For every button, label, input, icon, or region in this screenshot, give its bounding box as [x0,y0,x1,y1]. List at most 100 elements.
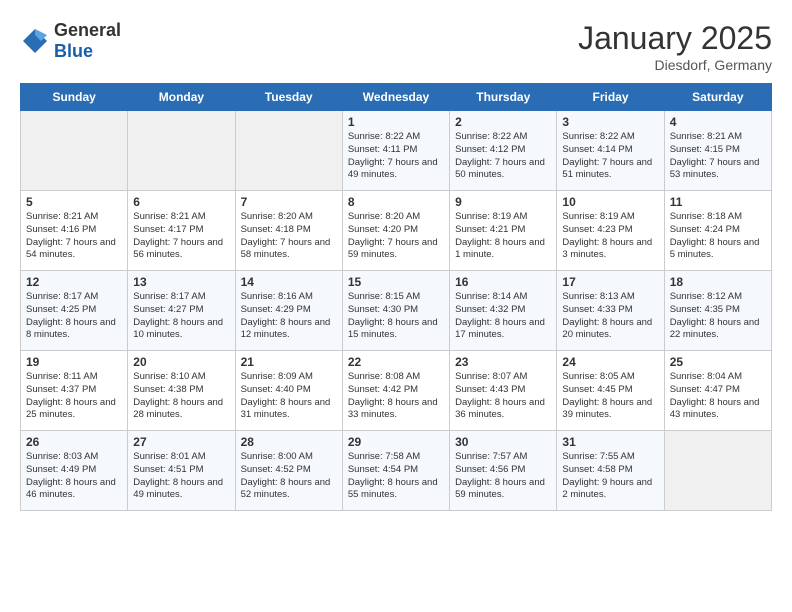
calendar-cell: 22 Sunrise: 8:08 AM Sunset: 4:42 PM Dayli… [342,351,449,431]
cell-content: Sunrise: 8:20 AM Sunset: 4:20 PM Dayligh… [348,211,444,262]
calendar-cell: 27Sunrise: 8:01 AM Sunset: 4:51 PM Dayli… [128,431,235,511]
cell-content: Sunrise: 8:15 AM Sunset: 4:30 PM Dayligh… [348,291,444,342]
cell-content: Sunrise: 8:14 AM Sunset: 4:32 PM Dayligh… [455,291,551,342]
day-header-thursday: Thursday [450,84,557,111]
title-block: January 2025 Diesdorf, Germany [578,20,772,73]
cell-content: Sunrise: 8:17 AM Sunset: 4:27 PM Dayligh… [133,291,229,342]
day-number: 10 [562,195,658,209]
calendar-cell: 5 Sunrise: 8:21 AM Sunset: 4:16 PM Daylig… [21,191,128,271]
day-number: 28 [241,435,337,449]
cell-content: Sunrise: 7:55 AM Sunset: 4:58 PM Dayligh… [562,451,658,502]
calendar-cell: 30 Sunrise: 7:57 AM Sunset: 4:56 PM Dayli… [450,431,557,511]
calendar-cell: 13Sunrise: 8:17 AM Sunset: 4:27 PM Dayli… [128,271,235,351]
calendar-cell: 21 Sunrise: 8:09 AM Sunset: 4:40 PM Dayli… [235,351,342,431]
calendar-week-row: 26 Sunrise: 8:03 AM Sunset: 4:49 PM Dayli… [21,431,772,511]
cell-content: Sunrise: 8:03 AM Sunset: 4:49 PM Dayligh… [26,451,122,502]
calendar-cell: 28 Sunrise: 8:00 AM Sunset: 4:52 PM Dayli… [235,431,342,511]
calendar-cell: 16 Sunrise: 8:14 AM Sunset: 4:32 PM Dayli… [450,271,557,351]
calendar-cell: 11Sunrise: 8:18 AM Sunset: 4:24 PM Dayli… [664,191,771,271]
calendar-cell: 10Sunrise: 8:19 AM Sunset: 4:23 PM Dayli… [557,191,664,271]
day-number: 8 [348,195,444,209]
day-header-saturday: Saturday [664,84,771,111]
day-number: 27 [133,435,229,449]
calendar-cell: 20 Sunrise: 8:10 AM Sunset: 4:38 PM Dayli… [128,351,235,431]
day-header-wednesday: Wednesday [342,84,449,111]
cell-content: Sunrise: 8:22 AM Sunset: 4:14 PM Dayligh… [562,131,658,182]
cell-content: Sunrise: 8:13 AM Sunset: 4:33 PM Dayligh… [562,291,658,342]
calendar-cell [128,111,235,191]
calendar-cell: 17 Sunrise: 8:13 AM Sunset: 4:33 PM Dayli… [557,271,664,351]
cell-content: Sunrise: 8:18 AM Sunset: 4:24 PM Dayligh… [670,211,766,262]
logo-blue: Blue [54,41,93,61]
cell-content: Sunrise: 8:07 AM Sunset: 4:43 PM Dayligh… [455,371,551,422]
cell-content: Sunrise: 8:04 AM Sunset: 4:47 PM Dayligh… [670,371,766,422]
day-number: 14 [241,275,337,289]
cell-content: Sunrise: 8:22 AM Sunset: 4:12 PM Dayligh… [455,131,551,182]
calendar-cell: 8 Sunrise: 8:20 AM Sunset: 4:20 PM Daylig… [342,191,449,271]
calendar-cell: 6 Sunrise: 8:21 AM Sunset: 4:17 PM Daylig… [128,191,235,271]
cell-content: Sunrise: 8:20 AM Sunset: 4:18 PM Dayligh… [241,211,337,262]
day-number: 22 [348,355,444,369]
day-number: 20 [133,355,229,369]
day-header-friday: Friday [557,84,664,111]
day-number: 29 [348,435,444,449]
page-header: General Blue January 2025 Diesdorf, Germ… [20,20,772,73]
day-number: 23 [455,355,551,369]
cell-content: Sunrise: 8:19 AM Sunset: 4:21 PM Dayligh… [455,211,551,262]
logo-general: General [54,20,121,40]
cell-content: Sunrise: 7:57 AM Sunset: 4:56 PM Dayligh… [455,451,551,502]
logo: General Blue [20,20,121,62]
calendar-cell: 14 Sunrise: 8:16 AM Sunset: 4:29 PM Dayli… [235,271,342,351]
day-number: 25 [670,355,766,369]
cell-content: Sunrise: 8:21 AM Sunset: 4:16 PM Dayligh… [26,211,122,262]
cell-content: Sunrise: 8:21 AM Sunset: 4:15 PM Dayligh… [670,131,766,182]
day-number: 12 [26,275,122,289]
day-number: 17 [562,275,658,289]
day-number: 4 [670,115,766,129]
calendar-table: SundayMondayTuesdayWednesdayThursdayFrid… [20,83,772,511]
day-header-tuesday: Tuesday [235,84,342,111]
day-number: 30 [455,435,551,449]
cell-content: Sunrise: 8:09 AM Sunset: 4:40 PM Dayligh… [241,371,337,422]
day-number: 9 [455,195,551,209]
cell-content: Sunrise: 8:11 AM Sunset: 4:37 PM Dayligh… [26,371,122,422]
day-number: 6 [133,195,229,209]
day-number: 16 [455,275,551,289]
calendar-cell: 4 Sunrise: 8:21 AM Sunset: 4:15 PM Daylig… [664,111,771,191]
day-header-sunday: Sunday [21,84,128,111]
calendar-header-row: SundayMondayTuesdayWednesdayThursdayFrid… [21,84,772,111]
calendar-week-row: 12Sunrise: 8:17 AM Sunset: 4:25 PM Dayli… [21,271,772,351]
cell-content: Sunrise: 8:10 AM Sunset: 4:38 PM Dayligh… [133,371,229,422]
day-number: 3 [562,115,658,129]
cell-content: Sunrise: 8:22 AM Sunset: 4:11 PM Dayligh… [348,131,444,182]
calendar-cell: 24 Sunrise: 8:05 AM Sunset: 4:45 PM Dayli… [557,351,664,431]
calendar-cell: 19 Sunrise: 8:11 AM Sunset: 4:37 PM Dayli… [21,351,128,431]
calendar-cell: 31 Sunrise: 7:55 AM Sunset: 4:58 PM Dayli… [557,431,664,511]
cell-content: Sunrise: 8:08 AM Sunset: 4:42 PM Dayligh… [348,371,444,422]
calendar-cell: 3 Sunrise: 8:22 AM Sunset: 4:14 PM Daylig… [557,111,664,191]
calendar-cell: 7 Sunrise: 8:20 AM Sunset: 4:18 PM Daylig… [235,191,342,271]
calendar-cell: 15 Sunrise: 8:15 AM Sunset: 4:30 PM Dayli… [342,271,449,351]
logo-icon [20,26,50,56]
calendar-cell: 12Sunrise: 8:17 AM Sunset: 4:25 PM Dayli… [21,271,128,351]
calendar-cell [664,431,771,511]
day-number: 7 [241,195,337,209]
calendar-cell: 25 Sunrise: 8:04 AM Sunset: 4:47 PM Dayli… [664,351,771,431]
day-number: 18 [670,275,766,289]
cell-content: Sunrise: 7:58 AM Sunset: 4:54 PM Dayligh… [348,451,444,502]
calendar-week-row: 19 Sunrise: 8:11 AM Sunset: 4:37 PM Dayli… [21,351,772,431]
day-number: 1 [348,115,444,129]
cell-content: Sunrise: 8:05 AM Sunset: 4:45 PM Dayligh… [562,371,658,422]
day-number: 26 [26,435,122,449]
day-number: 24 [562,355,658,369]
day-number: 21 [241,355,337,369]
calendar-cell: 18Sunrise: 8:12 AM Sunset: 4:35 PM Dayli… [664,271,771,351]
calendar-cell: 2Sunrise: 8:22 AM Sunset: 4:12 PM Daylig… [450,111,557,191]
day-number: 19 [26,355,122,369]
day-number: 5 [26,195,122,209]
day-number: 15 [348,275,444,289]
day-number: 31 [562,435,658,449]
cell-content: Sunrise: 8:21 AM Sunset: 4:17 PM Dayligh… [133,211,229,262]
cell-content: Sunrise: 8:00 AM Sunset: 4:52 PM Dayligh… [241,451,337,502]
cell-content: Sunrise: 8:16 AM Sunset: 4:29 PM Dayligh… [241,291,337,342]
